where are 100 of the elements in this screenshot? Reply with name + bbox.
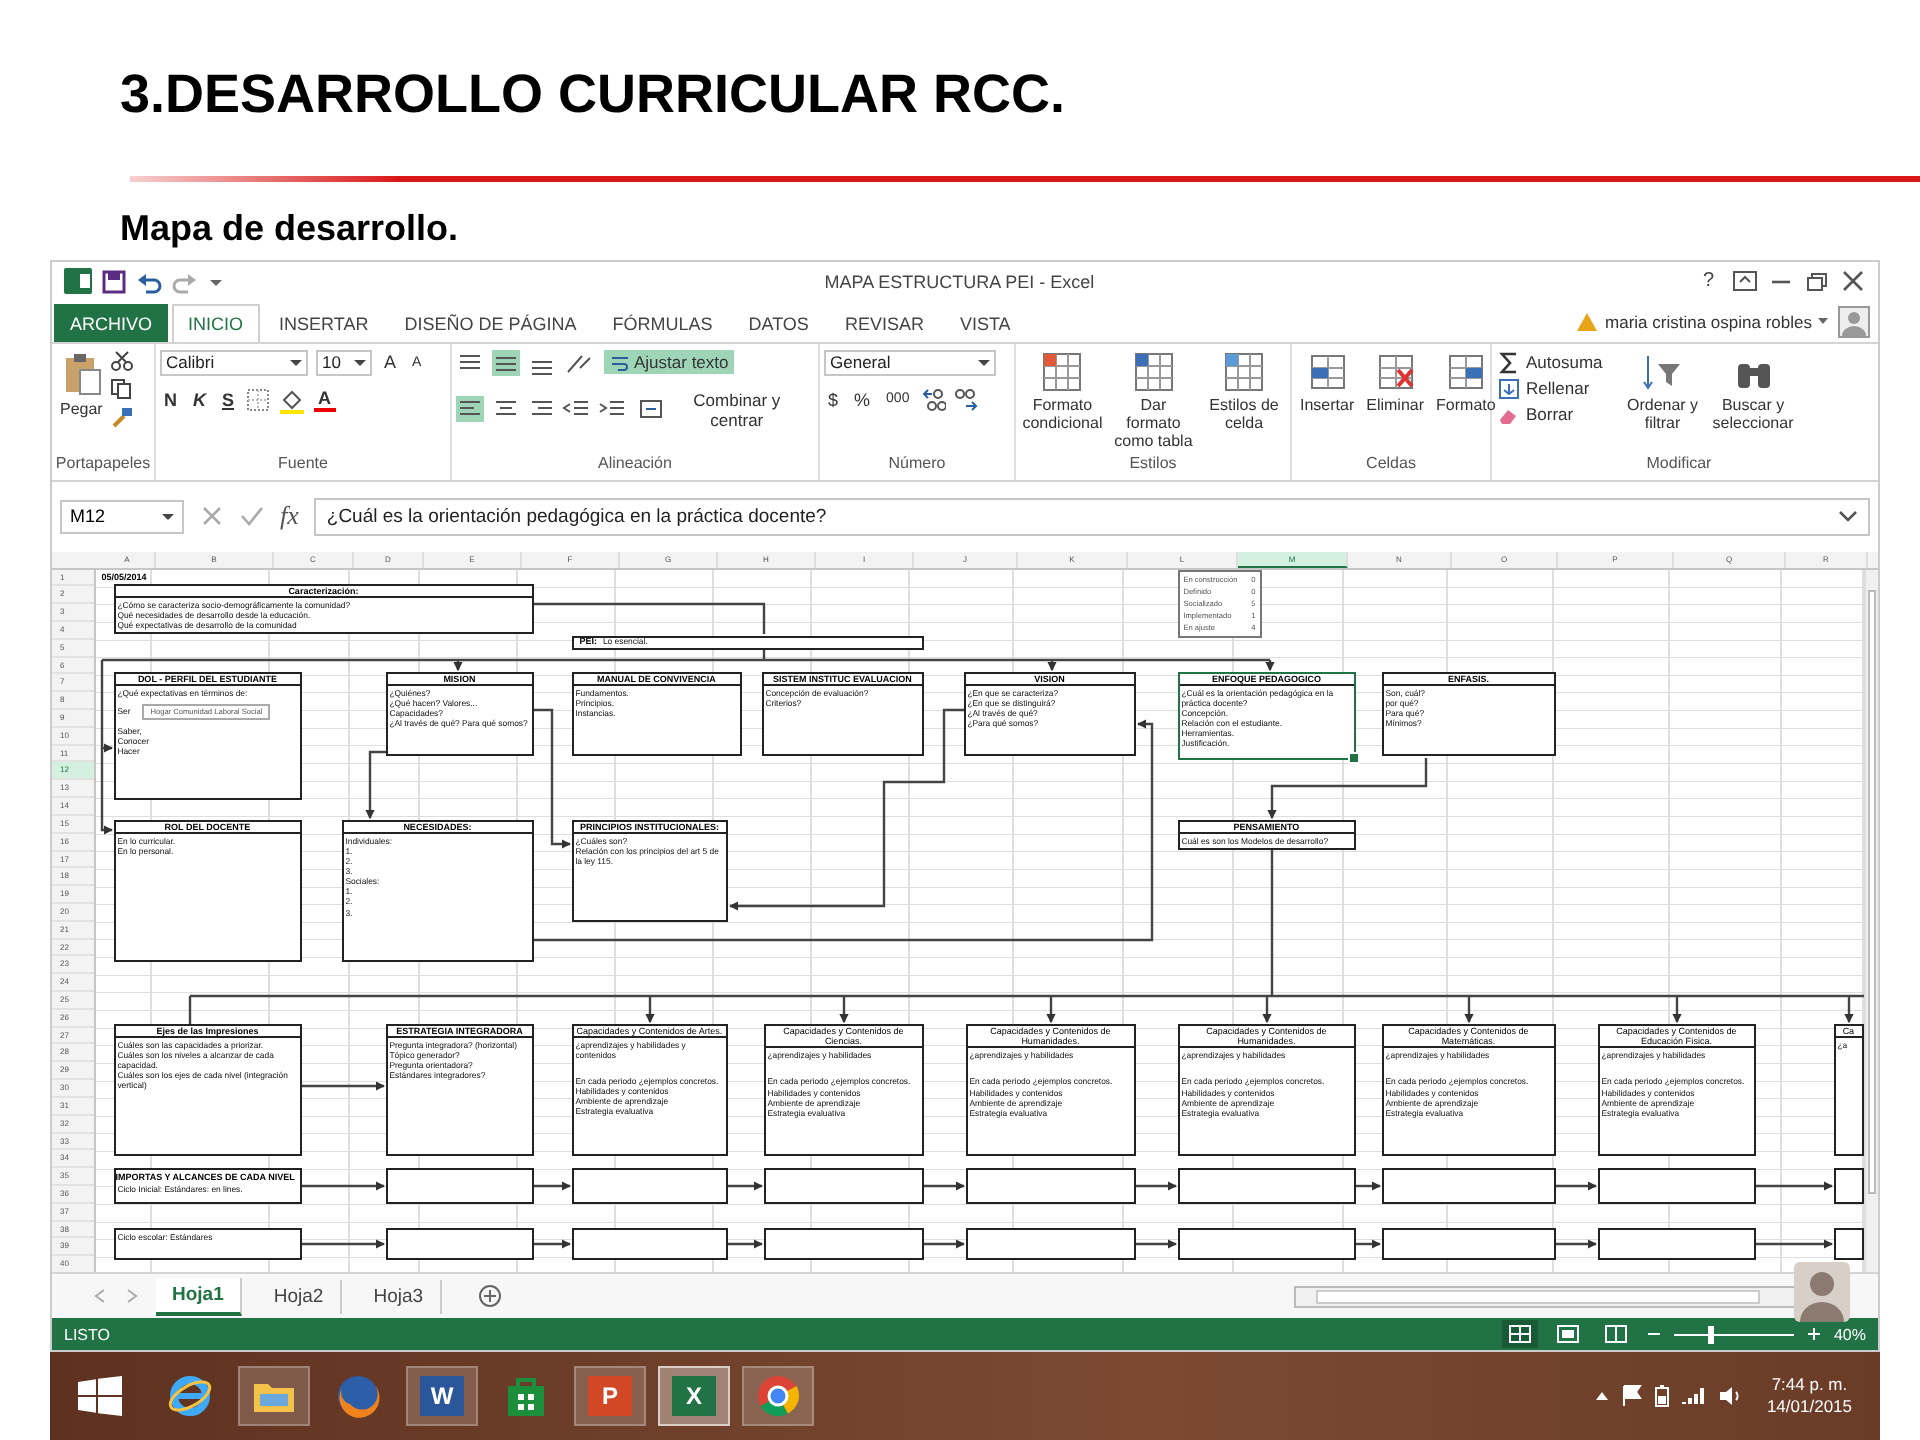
checkmark-icon[interactable] <box>240 504 264 529</box>
taskbar-app[interactable]: P <box>574 1366 646 1426</box>
battery-icon[interactable] <box>1654 1384 1671 1408</box>
slide-title: 3.DESARROLLO CURRICULAR RCC. <box>120 64 1067 124</box>
ribbon-tab[interactable]: ARCHIVO <box>54 303 169 342</box>
middle-align-icon[interactable] <box>492 349 520 376</box>
font-family-dropdown[interactable]: Calibri <box>160 349 308 376</box>
editing-button[interactable]: Ordenar y filtrar <box>1620 349 1705 434</box>
clock-time[interactable]: 7:44 p. m. <box>1771 1374 1848 1396</box>
connector-arrow <box>838 995 849 1023</box>
group-label: Fuente <box>278 453 328 472</box>
close-icon[interactable] <box>1840 270 1866 293</box>
copy-icon[interactable] <box>110 377 135 400</box>
restore-icon[interactable] <box>1804 270 1830 293</box>
connector-arrow <box>727 1238 763 1248</box>
ribbon-tab[interactable]: VISTA <box>943 303 1027 342</box>
font-size-dropdown[interactable]: 10 <box>316 349 372 376</box>
caret-up-icon[interactable] <box>1594 1388 1611 1404</box>
cells-button[interactable]: Formato <box>1432 349 1500 416</box>
cells-button[interactable]: Insertar <box>1296 349 1359 416</box>
align-left-icon[interactable] <box>456 396 484 423</box>
formula-input[interactable]: ¿Cuál es la orientación pedagógica en la práctica docente? <box>314 497 1870 536</box>
flag-icon[interactable] <box>1622 1384 1643 1408</box>
clock-date[interactable]: 14/01/2015 <box>1766 1396 1852 1418</box>
ribbon-tab[interactable]: FÓRMULAS <box>596 303 729 342</box>
ribbon-tab[interactable]: DISEÑO DE PÁGINA <box>388 303 593 342</box>
bold-button[interactable]: N <box>160 390 181 411</box>
connector-arrow <box>364 749 386 819</box>
chrome-ball-icon <box>754 1372 802 1420</box>
editing-button[interactable]: Autosuma <box>1496 349 1605 376</box>
table-grid-icon <box>1133 351 1174 392</box>
group-label: Portapapeles <box>55 453 151 472</box>
font-color-button[interactable]: A <box>314 388 336 413</box>
connector-arrow <box>1045 995 1056 1023</box>
brush-icon[interactable] <box>110 405 135 428</box>
taskbar-app[interactable] <box>742 1366 814 1426</box>
wrap-text-icon <box>610 353 630 372</box>
grow-font-button[interactable]: A <box>380 352 401 373</box>
number-format-dropdown[interactable]: General <box>824 349 996 376</box>
taskbar-app[interactable]: X <box>658 1366 730 1426</box>
horizontal-scrollbar[interactable] <box>1294 1285 1798 1308</box>
currency-button[interactable]: $ <box>824 389 843 410</box>
borders-icon[interactable] <box>246 388 271 413</box>
user-name[interactable]: maria cristina ospina robles <box>1605 311 1812 332</box>
ribbon-tab[interactable]: DATOS <box>732 303 825 342</box>
view-mode-icon[interactable] <box>1501 1320 1538 1349</box>
save-icon[interactable] <box>102 269 126 294</box>
wrap-text-button[interactable]: Ajustar texto <box>604 350 735 375</box>
insert-function-button[interactable]: fx <box>280 500 299 533</box>
connector-arrow <box>301 1180 385 1190</box>
zoom-in-icon[interactable] <box>1805 1326 1822 1343</box>
caret-icon[interactable] <box>354 357 366 368</box>
connector-arrow <box>1264 659 1275 671</box>
increase-decimal-icon[interactable] <box>921 387 946 412</box>
cells-button[interactable]: Eliminar <box>1362 349 1429 416</box>
user-avatar-icon[interactable] <box>1838 305 1870 338</box>
styles-button[interactable]: Estilos de celda <box>1202 349 1286 434</box>
undo-icon[interactable] <box>136 269 162 294</box>
editing-tool-icon <box>1498 351 1520 374</box>
speaker-icon[interactable] <box>1718 1386 1743 1406</box>
editing-button[interactable]: Borrar <box>1496 401 1576 428</box>
sheet-tab[interactable]: Hoja3 <box>357 1279 442 1314</box>
ribbon-tab[interactable]: INSERTAR <box>263 303 385 342</box>
selection-handle[interactable] <box>1347 751 1360 764</box>
merge-center-button[interactable]: Combinar y centrar <box>633 387 815 432</box>
editing-button[interactable]: Buscar y seleccionar <box>1708 349 1798 434</box>
expand-chevron-icon[interactable] <box>1838 509 1858 524</box>
connector-arrow <box>452 659 463 671</box>
sheet-tab[interactable]: Hoja1 <box>156 1277 242 1316</box>
paste-button[interactable]: Pegar <box>56 349 107 420</box>
signal-icon[interactable] <box>1682 1386 1707 1406</box>
help-button[interactable]: ? <box>1694 270 1722 293</box>
ribbon-tab[interactable]: INICIO <box>172 303 260 342</box>
ribbon-display-icon[interactable] <box>1732 270 1758 293</box>
fill-color-icon[interactable] <box>278 387 307 414</box>
connector-arrow <box>923 1180 965 1190</box>
add-sheet-icon[interactable] <box>477 1284 502 1309</box>
name-box[interactable]: M12 <box>60 499 184 534</box>
connector-arrow <box>533 1180 571 1190</box>
caret-icon[interactable] <box>978 357 990 368</box>
connector-arrow <box>533 1238 571 1248</box>
italic-button[interactable]: K <box>189 390 210 411</box>
styles-button[interactable]: Dar formato como tabla <box>1108 349 1198 452</box>
underline-button[interactable]: S <box>218 390 239 411</box>
styles-button[interactable]: Formato condicional <box>1020 349 1105 434</box>
caret-icon[interactable] <box>1816 314 1830 329</box>
sheet-tab[interactable]: Hoja2 <box>257 1279 342 1314</box>
caret-icon[interactable] <box>290 357 302 368</box>
caret-icon[interactable] <box>162 511 174 522</box>
taskbar-app[interactable]: W <box>406 1366 478 1426</box>
decrease-decimal-icon[interactable] <box>953 387 978 412</box>
zoom-level[interactable]: 40% <box>1833 1325 1866 1344</box>
app-logo-icon[interactable] <box>64 268 92 295</box>
start-icon[interactable] <box>78 1376 122 1416</box>
percent-button[interactable]: % <box>850 389 875 410</box>
ribbon-tab[interactable]: REVISAR <box>828 303 940 342</box>
group-label: Modificar <box>1646 453 1712 472</box>
scissors-icon[interactable] <box>110 349 135 372</box>
editing-button[interactable]: Rellenar <box>1496 375 1592 402</box>
office-app-logo: X <box>672 1376 716 1416</box>
